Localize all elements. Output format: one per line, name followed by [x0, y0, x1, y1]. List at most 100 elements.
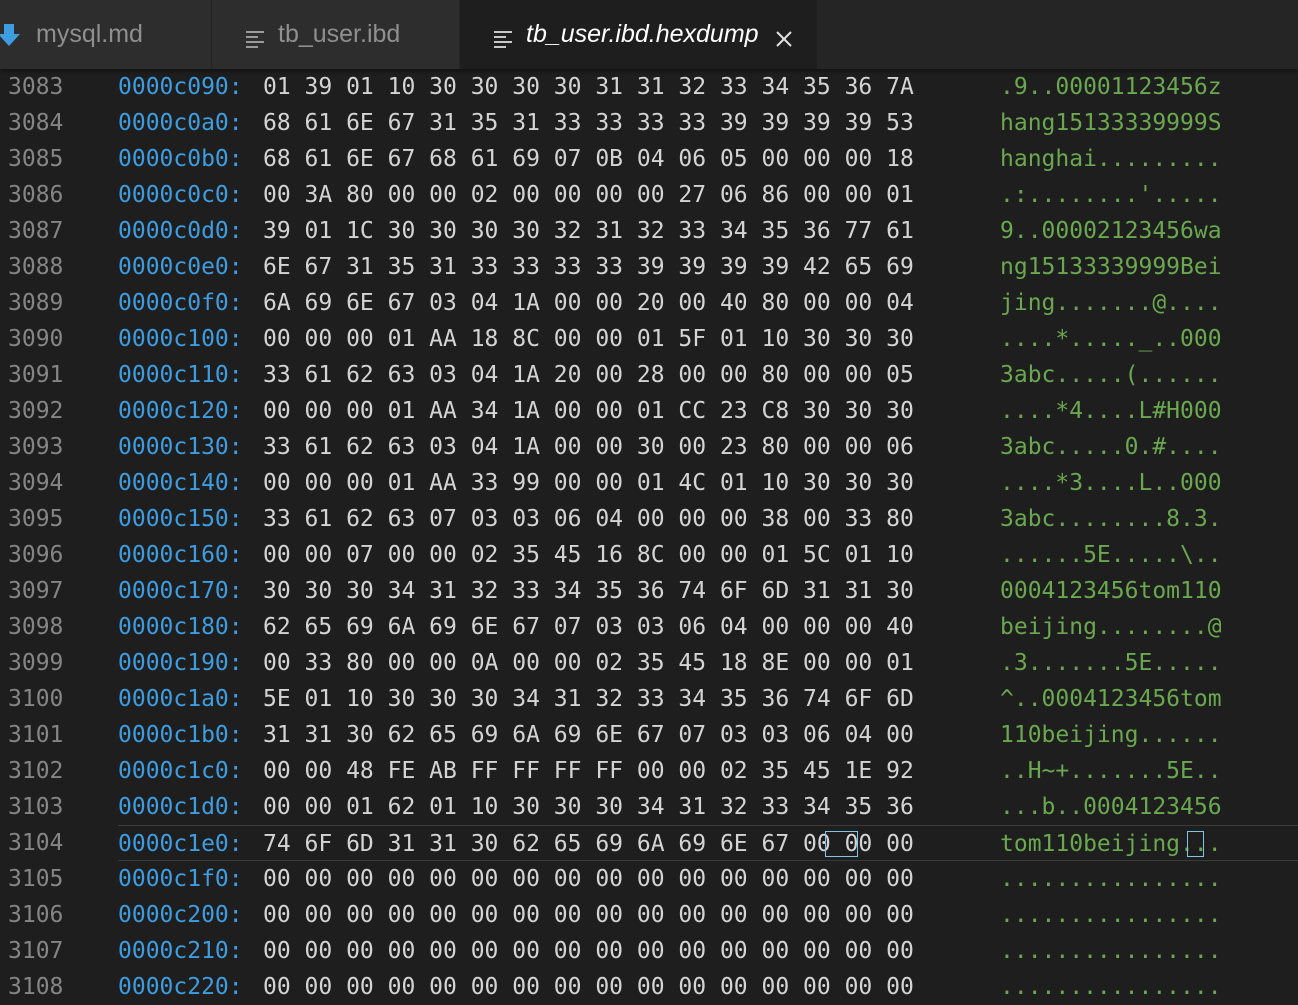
line-number: 3092	[8, 398, 64, 424]
hexdump-line[interactable]: 3088 0000c0e0: 6E 67 31 35 31 33 33 33 33 …	[0, 249, 1298, 285]
close-icon[interactable]	[775, 26, 793, 47]
hexdump-line[interactable]: 3099 0000c190: 00 33 80 00 00 0A 00 00 02 …	[0, 645, 1298, 681]
line-number: 3099	[8, 650, 64, 676]
line-content: 0000c130: 33 61 62 63 03 04 1A 00 00 30 0…	[118, 429, 1298, 465]
address: 0000c210:	[118, 938, 243, 964]
hexdump-line[interactable]: 3084 0000c0a0: 68 61 6E 67 31 35 31 33 33 …	[0, 105, 1298, 141]
ascii-text: ...b..0004123456	[1000, 794, 1222, 820]
address: 0000c1e0:	[118, 831, 243, 857]
hex-bytes: 00 00 48 FE AB FF FF FF FF 00 00 02 35 4…	[263, 758, 914, 784]
ascii-text: ^..0004123456tom	[1000, 686, 1222, 712]
tab-tb-user-ibd-hexdump[interactable]: tb_user.ibd.hexdump	[460, 0, 818, 69]
hex-cursor	[825, 831, 859, 857]
hex-bytes: 31 31 30 62 65 69 6A 69 6E 67 07 03 03 0…	[263, 722, 914, 748]
line-number: 3094	[8, 470, 64, 496]
ascii-cursor	[1187, 831, 1204, 857]
hexdump-line[interactable]: 3091 0000c110: 33 61 62 63 03 04 1A 20 00 …	[0, 357, 1298, 393]
line-number: 3090	[8, 326, 64, 352]
tab-label: tb_user.ibd.hexdump	[526, 20, 759, 48]
hexdump-line[interactable]: 3100 0000c1a0: 5E 01 10 30 30 30 34 31 32 …	[0, 681, 1298, 717]
address: 0000c1f0:	[118, 866, 243, 892]
line-number: 3084	[8, 110, 64, 136]
hex-bytes: 00 00 00 01 AA 34 1A 00 00 01 CC 23 C8 3…	[263, 398, 914, 424]
address: 0000c150:	[118, 506, 243, 532]
line-content: 0000c200: 00 00 00 00 00 00 00 00 00 00 0…	[118, 897, 1298, 933]
hex-bytes: 39 01 1C 30 30 30 30 32 31 32 33 34 35 3…	[263, 218, 914, 244]
address: 0000c170:	[118, 578, 243, 604]
ascii-text: 9..00002123456wa	[1000, 218, 1222, 244]
line-content: 0000c1a0: 5E 01 10 30 30 30 34 31 32 33 3…	[118, 681, 1298, 717]
line-content: 0000c0e0: 6E 67 31 35 31 33 33 33 33 39 3…	[118, 249, 1298, 285]
hexdump-line[interactable]: 3090 0000c100: 00 00 00 01 AA 18 8C 00 00 …	[0, 321, 1298, 357]
hexdump-line[interactable]: 3086 0000c0c0: 00 3A 80 00 00 02 00 00 00 …	[0, 177, 1298, 213]
address: 0000c0d0:	[118, 218, 243, 244]
markdown-arrow-icon	[0, 22, 22, 48]
tab-tb-user-ibd[interactable]: tb_user.ibd	[212, 0, 460, 69]
line-number: 3103	[8, 794, 64, 820]
hexdump-line[interactable]: 3095 0000c150: 33 61 62 63 07 03 03 06 04 …	[0, 501, 1298, 537]
ascii-text: 3abc.....(......	[1000, 362, 1222, 388]
hexdump-line[interactable]: 3106 0000c200: 00 00 00 00 00 00 00 00 00 …	[0, 897, 1298, 933]
hexdump-line[interactable]: 3107 0000c210: 00 00 00 00 00 00 00 00 00 …	[0, 933, 1298, 969]
address: 0000c180:	[118, 614, 243, 640]
tab-mysql-md[interactable]: mysql.md	[0, 0, 212, 69]
line-content: 0000c1f0: 00 00 00 00 00 00 00 00 00 00 0…	[118, 861, 1298, 897]
line-number: 3093	[8, 434, 64, 460]
hexdump-line[interactable]: 3089 0000c0f0: 6A 69 6E 67 03 04 1A 00 00 …	[0, 285, 1298, 321]
line-content: 0000c150: 33 61 62 63 07 03 03 06 04 00 0…	[118, 501, 1298, 537]
line-content: 0000c1b0: 31 31 30 62 65 69 6A 69 6E 67 0…	[118, 717, 1298, 753]
hexdump-line[interactable]: 3104 0000c1e0: 74 6F 6D 31 31 30 62 65 69 …	[0, 825, 1298, 861]
ascii-text: ..H~+.......5E..	[1000, 758, 1222, 784]
line-number: 3106	[8, 902, 64, 928]
line-content: 0000c1d0: 00 00 01 62 01 10 30 30 30 34 3…	[118, 789, 1298, 825]
line-number: 3101	[8, 722, 64, 748]
hexdump-line[interactable]: 3087 0000c0d0: 39 01 1C 30 30 30 30 32 31 …	[0, 213, 1298, 249]
ascii-text: beijing........@	[1000, 614, 1222, 640]
lines-icon	[494, 26, 512, 48]
line-content: 0000c180: 62 65 69 6A 69 6E 67 07 03 03 0…	[118, 609, 1298, 645]
hex-bytes: 00 00 00 00 00 00 00 00 00 00 00 00 00 0…	[263, 902, 914, 928]
hexdump-line[interactable]: 3092 0000c120: 00 00 00 01 AA 34 1A 00 00 …	[0, 393, 1298, 429]
hex-bytes: 33 61 62 63 03 04 1A 00 00 30 00 23 80 0…	[263, 434, 914, 460]
hexdump-line[interactable]: 3108 0000c220: 00 00 00 00 00 00 00 00 00 …	[0, 969, 1298, 1005]
hexdump-line[interactable]: 3101 0000c1b0: 31 31 30 62 65 69 6A 69 6E …	[0, 717, 1298, 753]
line-content: 0000c110: 33 61 62 63 03 04 1A 20 00 28 0…	[118, 357, 1298, 393]
hexdump-line[interactable]: 3093 0000c130: 33 61 62 63 03 04 1A 00 00 …	[0, 429, 1298, 465]
hexdump-editor[interactable]: 3083 0000c090: 01 39 01 10 30 30 30 30 31 …	[0, 69, 1298, 1000]
hexdump-line[interactable]: 3098 0000c180: 62 65 69 6A 69 6E 67 07 03 …	[0, 609, 1298, 645]
hexdump-line[interactable]: 3083 0000c090: 01 39 01 10 30 30 30 30 31 …	[0, 69, 1298, 105]
hex-bytes: 00 00 00 00 00 00 00 00 00 00 00 00 00 0…	[263, 974, 914, 1000]
address: 0000c1a0:	[118, 686, 243, 712]
hexdump-line[interactable]: 3105 0000c1f0: 00 00 00 00 00 00 00 00 00 …	[0, 861, 1298, 897]
hexdump-line[interactable]: 3094 0000c140: 00 00 00 01 AA 33 99 00 00 …	[0, 465, 1298, 501]
ascii-text: ................	[1000, 974, 1222, 1000]
line-number: 3100	[8, 686, 64, 712]
address: 0000c0b0:	[118, 146, 243, 172]
address: 0000c190:	[118, 650, 243, 676]
line-number: 3107	[8, 938, 64, 964]
address: 0000c220:	[118, 974, 243, 1000]
hex-bytes: 33 61 62 63 03 04 1A 20 00 28 00 00 80 0…	[263, 362, 914, 388]
hexdump-line[interactable]: 3096 0000c160: 00 00 07 00 00 02 35 45 16 …	[0, 537, 1298, 573]
ascii-text: jing.......@....	[1000, 290, 1222, 316]
line-number: 3083	[8, 74, 64, 100]
address: 0000c1b0:	[118, 722, 243, 748]
hex-bytes: 62 65 69 6A 69 6E 67 07 03 03 06 04 00 0…	[263, 614, 914, 640]
hex-bytes: 68 61 6E 67 31 35 31 33 33 33 33 39 39 3…	[263, 110, 914, 136]
line-content: 0000c1c0: 00 00 48 FE AB FF FF FF FF 00 0…	[118, 753, 1298, 789]
address: 0000c100:	[118, 326, 243, 352]
ascii-text: hang15133339999S	[1000, 110, 1222, 136]
hexdump-line[interactable]: 3103 0000c1d0: 00 00 01 62 01 10 30 30 30 …	[0, 789, 1298, 825]
line-content: 0000c120: 00 00 00 01 AA 34 1A 00 00 01 C…	[118, 393, 1298, 429]
line-content: 0000c0a0: 68 61 6E 67 31 35 31 33 33 33 3…	[118, 105, 1298, 141]
line-number: 3102	[8, 758, 64, 784]
address: 0000c0c0:	[118, 182, 243, 208]
line-content: 0000c170: 30 30 30 34 31 32 33 34 35 36 7…	[118, 573, 1298, 609]
hexdump-line[interactable]: 3097 0000c170: 30 30 30 34 31 32 33 34 35 …	[0, 573, 1298, 609]
address: 0000c0f0:	[118, 290, 243, 316]
hexdump-line[interactable]: 3085 0000c0b0: 68 61 6E 67 68 61 69 07 0B …	[0, 141, 1298, 177]
ascii-text: 0004123456tom110	[1000, 578, 1222, 604]
hex-bytes: 6E 67 31 35 31 33 33 33 33 39 39 39 39 4…	[263, 254, 914, 280]
hexdump-line[interactable]: 3102 0000c1c0: 00 00 48 FE AB FF FF FF FF …	[0, 753, 1298, 789]
line-number: 3104	[8, 830, 64, 856]
